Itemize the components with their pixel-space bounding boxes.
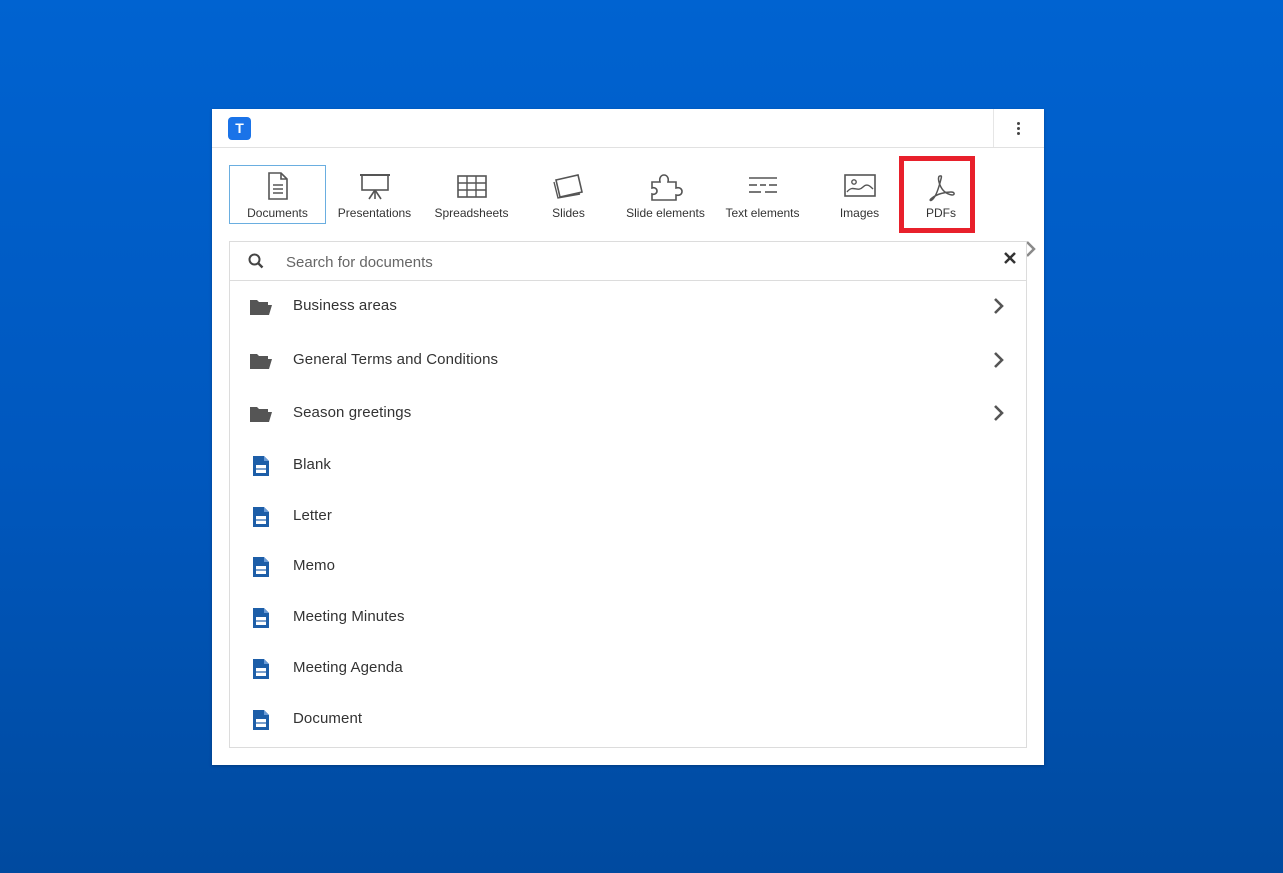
document-template-icon <box>249 607 273 629</box>
list-item-document[interactable]: Meeting Minutes <box>230 593 1026 641</box>
template-list: Business areas General Terms and Conditi… <box>229 241 1027 748</box>
item-label: Memo <box>293 557 336 574</box>
document-template-icon <box>249 455 273 477</box>
item-label: Meeting Agenda <box>293 659 403 676</box>
tab-label: Text elements <box>725 206 800 220</box>
list-item-folder[interactable]: Season greetings <box>230 389 1026 437</box>
tab-label: Slide elements <box>626 206 705 220</box>
document-template-icon <box>249 506 273 528</box>
chevron-right-icon <box>992 296 1006 321</box>
folder-icon <box>249 296 273 318</box>
item-label: Letter <box>293 507 332 524</box>
chevron-right-icon <box>992 403 1006 428</box>
document-template-icon <box>249 556 273 578</box>
list-item-document[interactable]: Memo <box>230 542 1026 590</box>
template-picker-panel: T Documents Presentations Spreadsheets S… <box>212 109 1044 765</box>
list-item-document[interactable]: Letter <box>230 492 1026 540</box>
item-label: General Terms and Conditions <box>293 351 499 368</box>
tab-text-elements[interactable]: Text elements <box>714 165 811 224</box>
list-item-document[interactable]: Blank <box>230 441 1026 489</box>
item-label: Season greetings <box>293 404 412 421</box>
folder-icon <box>249 403 273 425</box>
tab-documents[interactable]: Documents <box>229 165 326 224</box>
item-label: Meeting Minutes <box>293 608 405 625</box>
folder-icon <box>249 350 273 372</box>
tab-pdfs[interactable]: PDFs <box>899 156 975 233</box>
tab-label: PDFs <box>926 206 956 220</box>
search-icon <box>248 253 264 274</box>
tab-label: Documents <box>247 206 308 220</box>
category-tabs: Documents Presentations Spreadsheets Sli… <box>229 156 1036 257</box>
search-input[interactable] <box>284 248 968 276</box>
document-template-icon <box>249 709 273 731</box>
item-label: Blank <box>293 456 332 473</box>
search-bar <box>230 242 1026 281</box>
spreadsheet-icon <box>424 172 519 202</box>
tab-presentations[interactable]: Presentations <box>326 165 423 224</box>
presentation-icon <box>327 172 422 202</box>
document-template-icon <box>249 658 273 680</box>
pdf-icon <box>909 172 973 202</box>
tab-label: Presentations <box>337 206 412 220</box>
list-item-folder[interactable]: Business areas <box>230 282 1026 330</box>
kebab-menu-icon[interactable] <box>1012 118 1024 138</box>
divider <box>993 109 994 147</box>
tab-images[interactable]: Images <box>811 165 908 224</box>
list-item-document[interactable]: Meeting Agenda <box>230 644 1026 692</box>
item-label: Document <box>293 710 363 727</box>
tab-slides[interactable]: Slides <box>520 165 617 224</box>
tab-slide-elements[interactable]: Slide elements <box>617 165 714 224</box>
tab-spreadsheets[interactable]: Spreadsheets <box>423 165 520 224</box>
tab-label: Slides <box>552 206 585 220</box>
list-item-folder[interactable]: General Terms and Conditions <box>230 336 1026 384</box>
slides-icon <box>521 172 616 202</box>
app-logo: T <box>228 117 251 140</box>
item-label: Business areas <box>293 297 397 314</box>
document-icon <box>230 172 325 202</box>
image-icon <box>812 172 907 202</box>
chevron-right-icon <box>992 350 1006 375</box>
puzzle-icon <box>618 172 713 202</box>
text-elements-icon <box>715 172 810 202</box>
tab-label: Spreadsheets <box>434 206 509 220</box>
tab-label: Images <box>839 206 880 220</box>
close-icon[interactable] <box>1003 251 1017 270</box>
list-item-document[interactable]: Document <box>230 695 1026 743</box>
header-bar: T <box>212 109 1044 148</box>
